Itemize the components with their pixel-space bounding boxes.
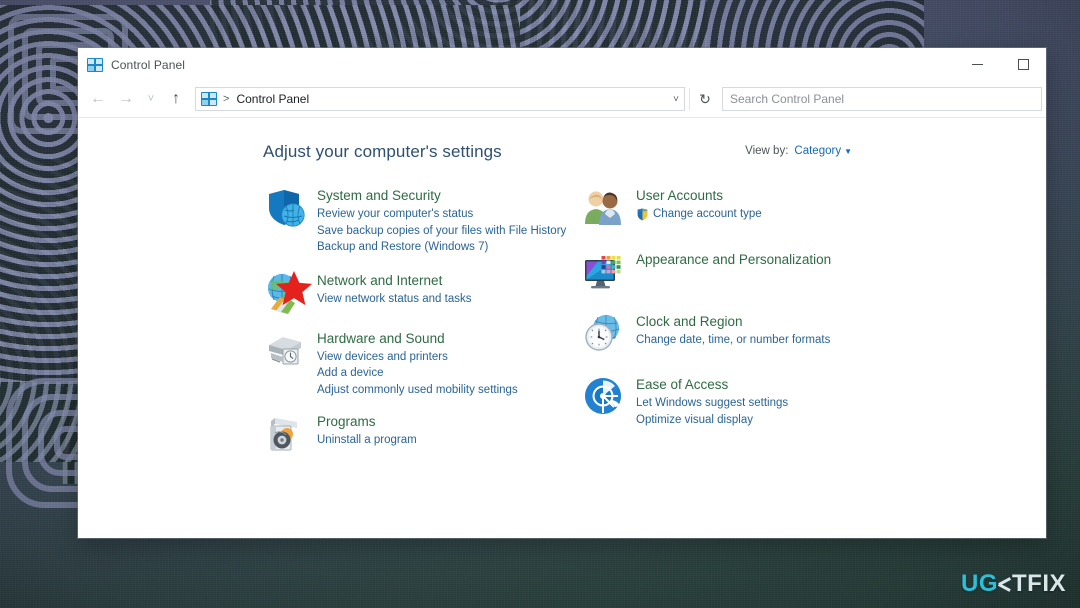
category-title[interactable]: System and Security <box>317 187 441 204</box>
category-appearance-and-personalization: Appearance and Personalization <box>582 250 889 294</box>
category-body: Hardware and Sound View devices and prin… <box>317 329 518 399</box>
category-title[interactable]: Appearance and Personalization <box>636 251 831 268</box>
page-title: Adjust your computer's settings <box>263 142 502 161</box>
user-accounts-icon[interactable] <box>582 186 626 230</box>
category-body: Programs Uninstall a program <box>317 412 417 456</box>
breadcrumb-path: Control Panel <box>236 92 310 106</box>
category-link[interactable]: Save backup copies of your files with Fi… <box>317 223 566 240</box>
category-user-accounts: User Accounts Change account type <box>582 186 889 230</box>
view-by-control: View by: Category ▼ <box>745 140 1012 157</box>
category-link[interactable]: Let Windows suggest settings <box>636 395 788 412</box>
chevron-down-icon: ˅ <box>147 93 155 105</box>
minimize-icon <box>972 64 983 65</box>
category-title[interactable]: Clock and Region <box>636 313 743 330</box>
category-grid: System and Security Review your computer… <box>112 186 1012 470</box>
title-bar-left: Control Panel <box>78 57 186 72</box>
content-header: Adjust your computer's settings View by:… <box>112 140 1012 162</box>
back-arrow-icon: ← <box>90 90 106 107</box>
category-body: User Accounts Change account type <box>636 186 762 230</box>
category-ease-of-access: Ease of Access Let Windows suggest setti… <box>582 375 889 428</box>
category-network-and-internet: Network and Internet View network status… <box>263 270 576 315</box>
clock-and-region-icon[interactable] <box>582 312 626 356</box>
recent-locations-button[interactable]: ˅ <box>140 84 162 114</box>
category-title[interactable]: Hardware and Sound <box>317 330 445 347</box>
category-programs: Programs Uninstall a program <box>263 412 576 456</box>
control-panel-icon <box>87 57 103 72</box>
desktop: Control Panel ← → ˅ ↑ > Control Panel ˅ … <box>0 0 1080 608</box>
forward-arrow-icon: → <box>118 90 134 107</box>
category-body: Clock and Region Change date, time, or n… <box>636 312 830 356</box>
window-controls <box>955 48 1046 81</box>
watermark-part-a: UG <box>961 570 998 597</box>
category-body: Appearance and Personalization <box>636 250 831 294</box>
system-and-security-icon[interactable] <box>263 186 307 230</box>
control-panel-icon <box>201 92 217 106</box>
category-title[interactable]: User Accounts <box>636 187 723 204</box>
category-title[interactable]: Programs <box>317 413 376 430</box>
category-title[interactable]: Network and Internet <box>317 272 442 289</box>
chevron-down-icon[interactable]: ˅ <box>667 94 679 105</box>
view-by-value[interactable]: Category ▼ <box>794 145 852 157</box>
category-body: Network and Internet View network status… <box>317 271 471 315</box>
refresh-icon: ↻ <box>699 90 711 107</box>
category-title[interactable]: Ease of Access <box>636 376 728 393</box>
forward-button[interactable]: → <box>112 84 140 114</box>
maximize-button[interactable] <box>1000 48 1046 81</box>
search-input[interactable] <box>730 92 1034 106</box>
category-link-text: Change account type <box>653 208 762 220</box>
control-panel-content: Adjust your computer's settings View by:… <box>78 118 1046 538</box>
minimize-button[interactable] <box>955 48 1000 81</box>
category-clock-and-region: Clock and Region Change date, time, or n… <box>582 312 889 356</box>
category-system-and-security: System and Security Review your computer… <box>263 186 576 256</box>
view-by-value-text: Category <box>794 145 842 157</box>
category-link[interactable]: Review your computer's status <box>317 206 566 223</box>
refresh-button[interactable]: ↻ <box>690 84 720 114</box>
chevron-down-icon: ▼ <box>844 147 852 156</box>
up-arrow-icon: ↑ <box>172 90 180 107</box>
category-link[interactable]: Change date, time, or number formats <box>636 332 830 349</box>
category-body: Ease of Access Let Windows suggest setti… <box>636 375 788 428</box>
category-link[interactable]: View network status and tasks <box>317 291 471 308</box>
category-link[interactable]: Backup and Restore (Windows 7) <box>317 239 566 256</box>
network-and-internet-icon[interactable] <box>263 270 313 315</box>
category-link[interactable]: Add a device <box>317 365 518 382</box>
category-link[interactable]: Change account type <box>636 206 762 223</box>
category-link[interactable]: Adjust commonly used mobility settings <box>317 382 518 399</box>
control-panel-window: Control Panel ← → ˅ ↑ > Control Panel ˅ … <box>78 48 1046 538</box>
window-title-bar: Control Panel <box>78 48 1046 81</box>
breadcrumb-separator: > <box>223 93 230 105</box>
uac-shield-icon <box>637 208 648 221</box>
watermark-part-b: TFIX <box>1012 570 1066 597</box>
category-link[interactable]: Uninstall a program <box>317 432 417 449</box>
category-column-left: System and Security Review your computer… <box>263 186 576 470</box>
up-button[interactable]: ↑ <box>162 84 190 114</box>
window-title: Control Panel <box>111 57 186 72</box>
address-bar: ← → ˅ ↑ > Control Panel ˅ ↻ <box>78 81 1046 118</box>
category-link[interactable]: Optimize visual display <box>636 412 788 429</box>
hardware-and-sound-icon[interactable] <box>263 329 307 373</box>
category-body: System and Security Review your computer… <box>317 186 566 256</box>
appearance-and-personalization-icon[interactable] <box>582 250 626 294</box>
search-box[interactable] <box>722 87 1042 111</box>
ease-of-access-icon[interactable] <box>582 375 626 419</box>
programs-icon[interactable] <box>263 412 307 456</box>
back-button[interactable]: ← <box>84 84 112 114</box>
category-column-right: User Accounts Change account type Appear… <box>576 186 889 470</box>
maximize-icon <box>1017 59 1029 70</box>
breadcrumb[interactable]: > Control Panel ˅ <box>195 87 685 111</box>
logo-mark-icon <box>997 575 1013 593</box>
watermark: UG TFIX <box>961 570 1066 598</box>
category-link[interactable]: View devices and printers <box>317 349 518 366</box>
view-by-label: View by: <box>745 145 789 157</box>
category-hardware-and-sound: Hardware and Sound View devices and prin… <box>263 329 576 399</box>
